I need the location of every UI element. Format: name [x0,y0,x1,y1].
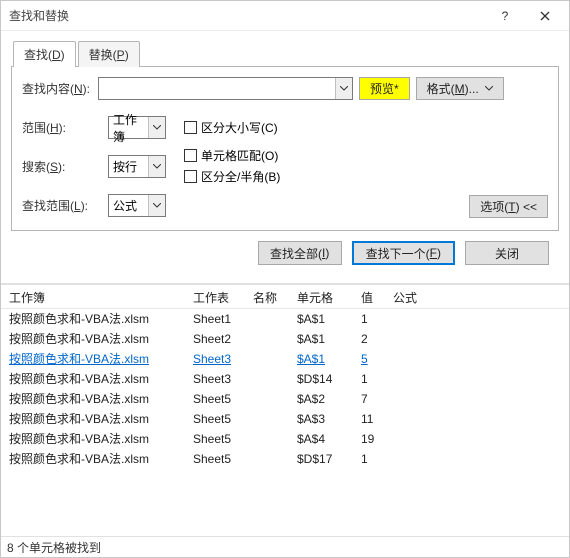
table-row[interactable]: 按照颜色求和-VBA法.xlsmSheet5$A$419 [1,429,569,449]
close-x-button[interactable] [525,3,565,29]
upper-pane: 查找(D) 替换(P) 查找内容(N): 预览* 格式(M [1,31,569,284]
checkbox-match-cell[interactable]: 单元格匹配(O) [184,147,548,164]
table-row[interactable]: 按照颜色求和-VBA法.xlsmSheet3$D$141 [1,369,569,389]
checkbox-match-case[interactable]: 区分大小写(C) [184,119,548,136]
options-grid: 范围(H): 工作簿 区分大小写(C) 搜索(S): 按行 [22,116,548,218]
find-next-button[interactable]: 查找下一个(F) [352,241,455,265]
chevron-down-icon[interactable] [148,195,165,216]
table-row[interactable]: 按照颜色求和-VBA法.xlsmSheet1$A$11 [1,309,569,329]
col-formula[interactable]: 公式 [393,289,561,306]
table-row[interactable]: 按照颜色求和-VBA法.xlsmSheet3$A$15 [1,349,569,369]
checkbox-match-width[interactable]: 区分全/半角(B) [184,168,548,185]
table-row[interactable]: 按照颜色求和-VBA法.xlsmSheet5$A$311 [1,409,569,429]
help-button[interactable]: ? [485,3,525,29]
tab-find[interactable]: 查找(D) [13,41,76,67]
col-cell[interactable]: 单元格 [297,289,361,306]
label-find-what: 查找内容(N): [22,80,92,97]
table-row[interactable]: 按照颜色求和-VBA法.xlsmSheet5$D$171 [1,449,569,469]
tabs: 查找(D) 替换(P) [11,39,559,67]
titlebar: 查找和替换 ? [1,1,569,31]
status-bar: 8 个单元格被找到 [1,537,569,557]
find-panel: 查找内容(N): 预览* 格式(M)... 范围(H): 工作簿 [11,67,559,231]
checkbox-icon [184,170,197,183]
results-list: 工作簿 工作表 名称 单元格 值 公式 按照颜色求和-VBA法.xlsmShee… [1,284,569,537]
options-toggle-button[interactable]: 选项(T) << [469,195,548,218]
checkbox-icon [184,121,197,134]
chevron-down-icon[interactable] [335,78,352,99]
col-value[interactable]: 值 [361,289,393,306]
col-workbook[interactable]: 工作簿 [9,289,193,306]
find-all-button[interactable]: 查找全部(I) [258,241,342,265]
lookin-select[interactable]: 公式 [108,194,166,217]
table-row[interactable]: 按照颜色求和-VBA法.xlsmSheet5$A$27 [1,389,569,409]
find-what-input[interactable] [98,77,353,100]
table-row[interactable]: 按照颜色求和-VBA法.xlsmSheet2$A$12 [1,329,569,349]
chevron-down-icon[interactable] [148,156,165,177]
chevron-down-icon[interactable] [148,117,165,138]
col-sheet[interactable]: 工作表 [193,289,253,306]
tab-replace[interactable]: 替换(P) [78,41,140,67]
dialog-title: 查找和替换 [9,7,485,24]
search-select[interactable]: 按行 [108,155,166,178]
label-scope: 范围(H): [22,119,92,136]
close-button[interactable]: 关闭 [465,241,549,265]
label-lookin: 查找范围(L): [22,197,92,214]
format-button[interactable]: 格式(M)... [416,77,504,100]
action-bar: 查找全部(I) 查找下一个(F) 关闭 [11,231,559,275]
col-name[interactable]: 名称 [253,289,297,306]
find-replace-dialog: 查找和替换 ? 查找(D) 替换(P) 查找内容(N): [0,0,570,558]
results-header: 工作簿 工作表 名称 单元格 值 公式 [1,285,569,308]
preview-button[interactable]: 预览* [359,77,410,100]
label-search: 搜索(S): [22,158,92,175]
scope-select[interactable]: 工作簿 [108,116,166,139]
checkbox-icon [184,149,197,162]
results-body[interactable]: 按照颜色求和-VBA法.xlsmSheet1$A$11按照颜色求和-VBA法.x… [1,308,569,537]
